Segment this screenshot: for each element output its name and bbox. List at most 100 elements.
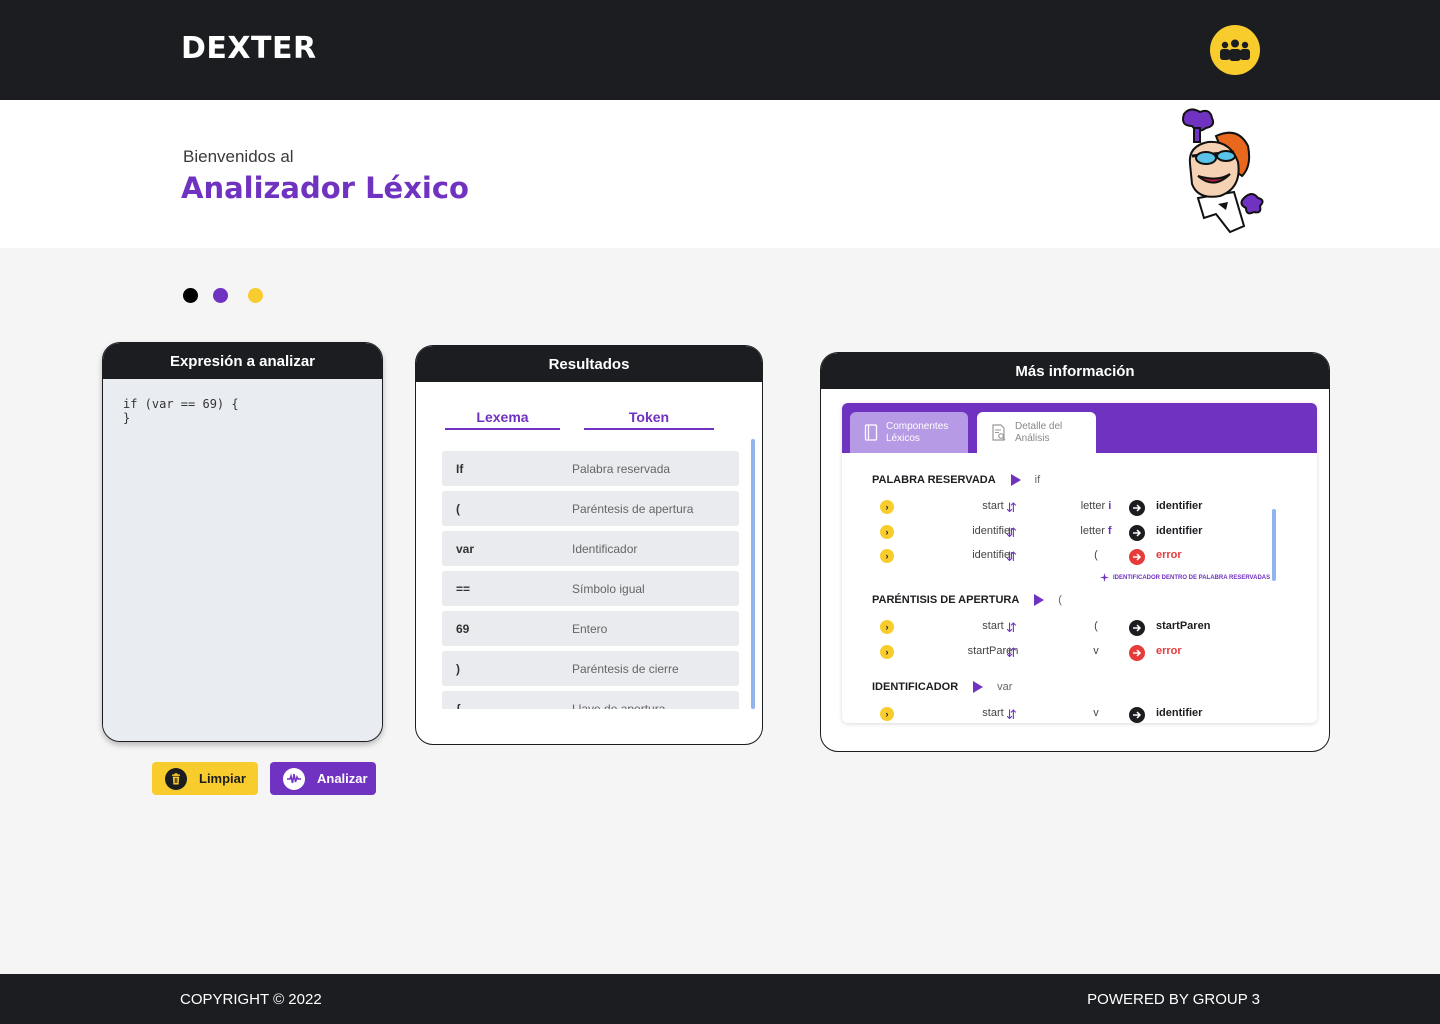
results-row-lexema: ==	[456, 581, 471, 596]
transition-state: start	[982, 500, 1004, 512]
transition-input: (	[1058, 549, 1134, 561]
results-row-lexema: 69	[456, 621, 470, 636]
analyze-button-label: Analizar	[317, 771, 368, 786]
chevron-right-icon: ›	[880, 500, 894, 514]
tab-lexical-components[interactable]: Componentes Léxicos	[850, 412, 968, 453]
footer-powered-by: POWERED BY GROUP 3	[1087, 991, 1260, 1008]
dexter-mascot-image	[1182, 108, 1264, 234]
clear-button[interactable]: Limpiar	[152, 762, 258, 795]
results-row-lexema: If	[456, 461, 464, 476]
results-row: { Llave de apertura	[442, 691, 739, 709]
play-icon[interactable]	[1010, 474, 1021, 486]
swap-arrows-icon: ⇵	[1006, 549, 1017, 564]
results-row-token: Palabra reservada	[572, 461, 671, 476]
results-row: If Palabra reservada	[442, 451, 739, 486]
play-icon[interactable]	[1034, 594, 1045, 606]
brand-logo[interactable]: DEXTER	[181, 31, 317, 66]
waveform-icon	[283, 767, 305, 790]
transition-result: identifier	[1156, 500, 1203, 512]
transition-input: letter f	[1058, 525, 1134, 537]
column-lexema[interactable]: Lexema	[445, 409, 560, 430]
detail-section-name: PARÉNTISIS DE APERTURA	[872, 594, 1020, 606]
detail-section-name: IDENTIFICADOR	[872, 681, 959, 693]
trash-icon	[165, 767, 187, 790]
top-navbar: DEXTER	[0, 0, 1440, 100]
transition-input-prefix: letter	[1080, 524, 1108, 537]
transition-input: v	[1058, 707, 1134, 719]
results-row: ( Paréntesis de apertura	[442, 491, 739, 526]
detail-section-name: PALABRA RESERVADA	[872, 474, 996, 486]
results-columns: Lexema Token	[416, 382, 762, 432]
transition-result: error	[1156, 549, 1182, 561]
swap-arrows-icon: ⇵	[1006, 500, 1017, 515]
info-tabs-bar: Componentes Léxicos Detalle del Análisis	[842, 403, 1317, 453]
results-row-lexema: {	[456, 701, 461, 710]
results-row-token: Llave de apertura	[572, 701, 666, 710]
arrow-right-icon	[1129, 500, 1145, 516]
transition-input: v	[1058, 645, 1134, 657]
arrow-right-icon	[1129, 644, 1145, 661]
hero-subtitle: Bienvenidos al	[183, 147, 294, 166]
detail-section-title: PALABRA RESERVADA if	[872, 474, 1040, 486]
hero-title: Analizador Léxico	[181, 171, 469, 205]
theme-dot-black[interactable]	[183, 288, 198, 303]
results-row-token: Paréntesis de cierre	[572, 661, 679, 676]
arrow-right-icon	[1129, 549, 1145, 565]
transition-input-prefix: letter	[1080, 500, 1109, 512]
detail-section-lexeme: var	[997, 681, 1013, 693]
hero-banner: Bienvenidos al Analizador Léxico	[0, 100, 1440, 248]
transition-input-char: f	[1107, 524, 1112, 537]
group-icon	[1220, 39, 1250, 61]
tab-lexical-components-label-2: Léxicos	[886, 432, 920, 444]
chevron-right-icon: ›	[880, 549, 894, 563]
results-card-title: Resultados	[416, 346, 762, 382]
arrow-right-icon	[1129, 707, 1145, 723]
results-row-token: Símbolo igual	[572, 581, 645, 596]
results-row-lexema: (	[456, 501, 460, 516]
results-list: If Palabra reservada ( Paréntesis de apertu…	[442, 451, 739, 709]
results-card: Resultados Lexema Token If Palabra reserv…	[415, 345, 763, 745]
expression-input[interactable]	[103, 379, 382, 741]
detail-note-text: IDENTIFICADOR DENTRO DE PALABRA RESERVAD…	[1113, 574, 1271, 581]
results-row-token: Paréntesis de apertura	[572, 501, 694, 516]
theme-dot-yellow[interactable]	[248, 288, 263, 303]
detail-section-title: IDENTIFICADOR var	[872, 681, 1012, 693]
results-row: 69 Entero	[442, 611, 739, 646]
transition-input-prefix: v	[1093, 644, 1099, 657]
notebook-icon	[864, 424, 878, 441]
clear-button-label: Limpiar	[199, 771, 246, 786]
transition-input: letter i	[1058, 500, 1134, 512]
column-token[interactable]: Token	[584, 409, 714, 430]
footer-copyright: COPYRIGHT © 2022	[180, 991, 322, 1008]
transition-input-prefix: (	[1094, 549, 1098, 561]
transition-input-prefix: (	[1094, 620, 1098, 632]
swap-arrows-icon: ⇵	[1006, 524, 1017, 540]
analyze-button[interactable]: Analizar	[270, 762, 376, 795]
tab-analysis-detail-label-2: Análisis	[1015, 432, 1050, 444]
detail-note: IDENTIFICADOR DENTRO DE PALABRA RESERVAD…	[1100, 573, 1270, 582]
document-search-icon	[991, 423, 1007, 442]
play-icon[interactable]	[973, 681, 984, 693]
analysis-detail: PALABRA RESERVADA if › start ⇵ letter i identi…	[842, 453, 1317, 723]
transition-state: startParen	[967, 644, 1019, 657]
tab-lexical-components-label-1: Componentes	[886, 420, 949, 432]
results-scrollbar[interactable]	[751, 439, 755, 709]
theme-dot-purple[interactable]	[213, 288, 228, 303]
transition-state: identifier	[972, 524, 1014, 537]
footer: COPYRIGHT © 2022 POWERED BY GROUP 3	[0, 974, 1440, 1024]
transition-input: (	[1058, 620, 1134, 632]
results-row: var Identificador	[442, 531, 739, 566]
chevron-right-icon: ›	[880, 524, 894, 539]
arrow-right-icon	[1129, 620, 1145, 636]
detail-section-lexeme: if	[1034, 474, 1041, 486]
more-info-card: Más información Componentes Léxicos Detal…	[820, 352, 1330, 752]
detail-scrollbar[interactable]	[1272, 509, 1276, 581]
swap-arrows-icon: ⇵	[1006, 707, 1017, 722]
team-button[interactable]	[1210, 25, 1260, 75]
transition-result: identifier	[1156, 707, 1203, 719]
swap-arrows-icon: ⇵	[1006, 620, 1017, 635]
transition-state: start	[982, 707, 1004, 719]
results-row-token: Identificador	[572, 541, 638, 556]
expression-card: Expresión a analizar	[102, 342, 383, 742]
tab-analysis-detail[interactable]: Detalle del Análisis	[977, 412, 1096, 453]
